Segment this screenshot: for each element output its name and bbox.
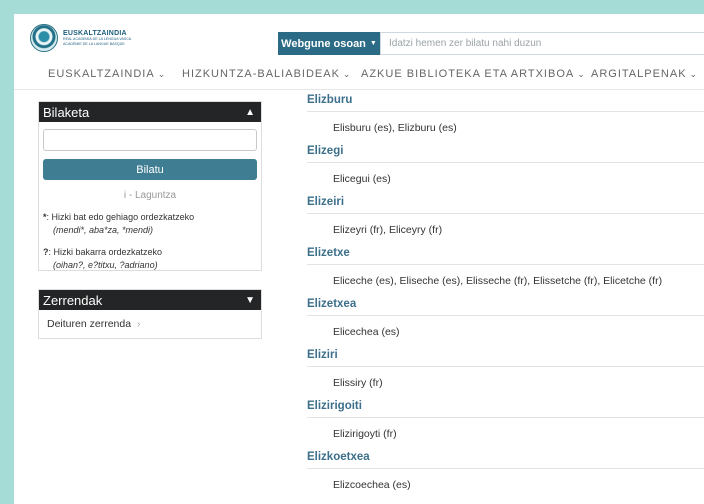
search-panel-header[interactable]: Bilaketa ▲ (39, 102, 261, 122)
list-item: Elizkoetxea Elizcoechea (es) (307, 451, 704, 491)
entry-forms: Elizirigoyti (fr) (333, 428, 397, 440)
wildcard-hint-single: ?: Hizki bakarra ordezkatzeko (oihan?, e… (43, 246, 261, 272)
chevron-up-icon[interactable]: ▲ (245, 107, 255, 118)
entry-title[interactable]: Elizetxe (307, 247, 704, 265)
main-nav: EUSKALTZAINDIA ⌄ HIZKUNTZA-BALIABIDEAK ⌄ A… (14, 60, 704, 90)
lists-panel: Zerrendak ▼ Deituren zerrenda › (38, 289, 262, 339)
nav-item-azkue-biblioteka[interactable]: AZKUE BIBLIOTEKA ETA ARTXIBOA ⌄ (361, 68, 586, 80)
site-search-input[interactable] (380, 32, 704, 55)
entry-title[interactable]: Elizirigoiti (307, 400, 704, 418)
list-item: Elizetxea Elicechea (es) (307, 298, 704, 338)
hint-examples: (oihan?, e?titxu, ?adriano) (53, 260, 158, 270)
page: EUSKALTZAINDIA REAL ACADEMIA DE LA LENGU… (14, 14, 704, 504)
nav-item-label: AZKUE BIBLIOTEKA ETA ARTXIBOA (361, 68, 575, 80)
euskaltzaindia-logo[interactable]: EUSKALTZAINDIA REAL ACADEMIA DE LA LENGU… (30, 23, 148, 53)
nav-item-label: EUSKALTZAINDIA (48, 68, 155, 80)
help-link[interactable]: i - Laguntza (39, 190, 261, 201)
list-item: Elizetxe Eliceche (es), Eliseche (es), E… (307, 247, 704, 287)
header: EUSKALTZAINDIA REAL ACADEMIA DE LA LENGU… (14, 14, 704, 59)
caret-down-icon: ▼ (369, 40, 377, 47)
entry-forms: Elicegui (es) (333, 173, 391, 185)
chevron-down-icon: ⌄ (342, 69, 352, 79)
entry-forms: Elizeyri (fr), Eliceyry (fr) (333, 224, 443, 236)
list-item: Eliziri Elissiry (fr) (307, 349, 704, 389)
entry-title[interactable]: Elizegi (307, 145, 704, 163)
entry-forms: Elicechea (es) (333, 326, 400, 338)
chevron-down-icon: ⌄ (577, 69, 586, 79)
chevron-down-icon[interactable]: ▼ (245, 295, 255, 306)
logo-name: EUSKALTZAINDIA (63, 29, 127, 37)
list-item: Elizirigoiti Elizirigoyti (fr) (307, 400, 704, 440)
logo-text: EUSKALTZAINDIA REAL ACADEMIA DE LA LENGU… (63, 30, 131, 46)
logo-subtitle-1: REAL ACADEMIA DE LA LENGUA VASCA (63, 36, 132, 41)
nav-item-label: ARGITALPENAK (591, 68, 687, 80)
search-scope-dropdown[interactable]: Webgune osoan ▼ (278, 32, 380, 55)
chevron-down-icon: ⌄ (689, 69, 699, 79)
hint-examples: (mendi*, aba*za, *mendi) (53, 225, 154, 235)
surname-list-link[interactable]: Deituren zerrenda › (47, 318, 261, 330)
logo-subtitle-2: ACADÉMIE DE LA LANGUE BASQUE (63, 41, 125, 46)
entry-forms: Elisburu (es), Elizburu (es) (333, 122, 457, 134)
entry-title[interactable]: Elizkoetxea (307, 451, 704, 469)
entry-title[interactable]: Elizetxea (307, 298, 704, 316)
entry-title[interactable]: Elizeiri (307, 196, 704, 214)
entry-title[interactable]: Eliziri (307, 349, 704, 367)
surname-list-label: Deituren zerrenda (47, 318, 132, 330)
list-item: Elizburu Elisburu (es), Elizburu (es) (307, 94, 704, 134)
hint-text: : Hizki bat edo gehiago ordezkatzeko (46, 212, 195, 222)
lists-panel-title: Zerrendak (43, 292, 103, 308)
nav-item-argitalpenak[interactable]: ARGITALPENAK ⌄ (591, 68, 698, 80)
wildcard-hint-multi: *: Hizki bat edo gehiago ordezkatzeko (m… (43, 211, 261, 237)
entry-forms: Eliceche (es), Eliseche (es), Elisseche … (333, 275, 663, 287)
entry-title[interactable]: Elizburu (307, 94, 704, 112)
search-scope-label: Webgune osoan (281, 37, 366, 50)
hint-text: : Hizki bakarra ordezkatzeko (48, 247, 163, 257)
chevron-down-icon: ⌄ (157, 69, 167, 79)
list-item: Elizegi Elicegui (es) (307, 145, 704, 185)
search-panel-title: Bilaketa (43, 104, 90, 120)
nav-item-hizkuntza-baliabideak[interactable]: HIZKUNTZA-BALIABIDEAK ⌄ (182, 68, 351, 80)
nav-item-label: HIZKUNTZA-BALIABIDEAK (182, 68, 340, 80)
search-panel: Bilaketa ▲ Bilatu i - Laguntza *: Hizki … (38, 101, 262, 271)
search-button[interactable]: Bilatu (43, 159, 257, 180)
chevron-right-icon: › (137, 318, 141, 330)
list-item: Elizeiri Elizeyri (fr), Eliceyry (fr) (307, 196, 704, 236)
emblem-icon (30, 24, 58, 52)
entry-forms: Elizcoechea (es) (333, 479, 411, 491)
lists-panel-header[interactable]: Zerrendak ▼ (39, 290, 261, 310)
entry-forms: Elissiry (fr) (333, 377, 383, 389)
nav-item-euskaltzaindia[interactable]: EUSKALTZAINDIA ⌄ (48, 68, 166, 80)
surname-search-input[interactable] (43, 129, 257, 151)
